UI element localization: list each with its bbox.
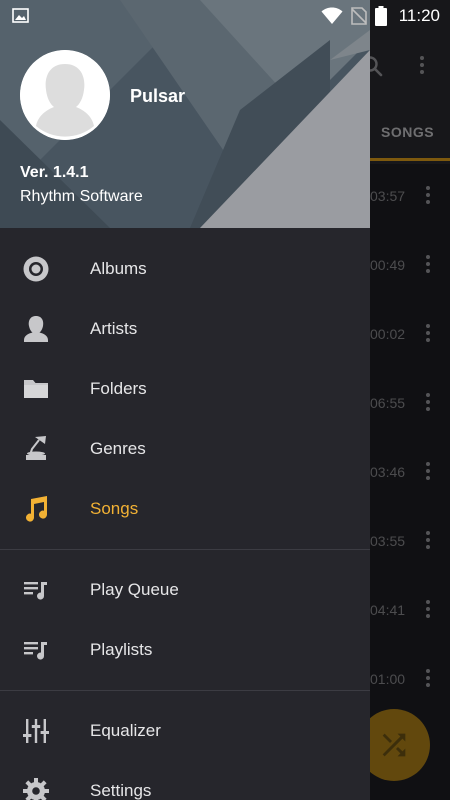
album-icon [22,255,50,283]
menu-label: Equalizer [90,721,161,740]
menu-divider [0,690,370,691]
menu-label: Settings [90,781,152,800]
battery-icon [374,6,387,26]
app-name: Pulsar [130,86,186,106]
menu-item-folders[interactable]: Folders [0,359,370,419]
clock: 11:20 [398,6,440,25]
music-note-icon [22,495,50,523]
equalizer-icon [22,717,50,745]
folder-icon [22,375,50,403]
no-sim-icon [350,7,367,25]
avatar [20,50,110,140]
gear-icon [22,777,50,800]
person-icon [20,50,110,140]
menu-label: Genres [90,439,146,458]
menu-label: Folders [90,379,147,398]
navigation-drawer: Pulsar Ver. 1.4.1 Rhythm Software Albums… [0,0,370,800]
menu-item-settings[interactable]: Settings [0,761,370,800]
queue-music-icon [22,576,50,604]
menu-label: Play Queue [90,580,179,599]
playlist-icon [22,636,50,664]
menu-divider [0,549,370,550]
status-bar: 11:20 [0,0,450,32]
menu-item-songs[interactable]: Songs [0,479,370,539]
gallery-notification-icon [12,8,29,23]
drawer-menu: Albums Artists Folders Genres Songs Play… [0,239,370,800]
company-name: Rhythm Software [20,188,143,205]
menu-label: Albums [90,259,147,278]
menu-item-equalizer[interactable]: Equalizer [0,701,370,761]
wifi-icon [321,7,343,24]
menu-label: Artists [90,319,138,338]
menu-label: Songs [90,499,139,518]
menu-label: Playlists [90,640,153,659]
menu-item-playlists[interactable]: Playlists [0,620,370,680]
menu-item-genres[interactable]: Genres [0,419,370,479]
artist-icon [22,315,50,343]
menu-item-play-queue[interactable]: Play Queue [0,560,370,620]
menu-item-artists[interactable]: Artists [0,299,370,359]
drawer-header: Pulsar Ver. 1.4.1 Rhythm Software [0,0,370,228]
gramophone-icon [22,435,50,463]
app-version: Ver. 1.4.1 [20,164,89,181]
menu-item-albums[interactable]: Albums [0,239,370,299]
